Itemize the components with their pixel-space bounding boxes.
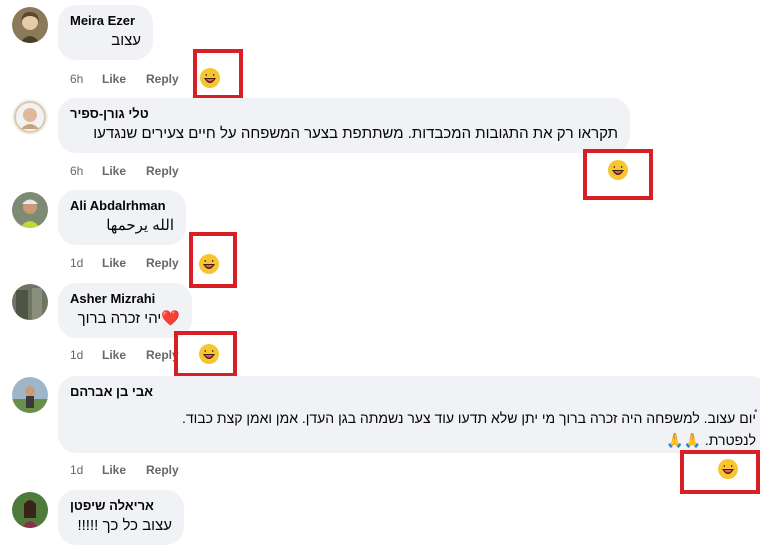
comment-author[interactable]: אבי בן אברהם: [70, 384, 756, 400]
comment-text: الله يرحمها: [106, 217, 174, 234]
comment-text: ❤️יהי זכרה ברוך: [77, 310, 180, 327]
comment-author[interactable]: טלי גורן-ספיר: [70, 106, 618, 122]
reply-button[interactable]: Reply: [146, 255, 186, 271]
heart-icon: ❤️: [161, 310, 180, 327]
comment-time[interactable]: 1d: [70, 347, 102, 363]
laughing-emoji-icon[interactable]: [198, 253, 220, 275]
comment-author[interactable]: Ali Abdalrhman: [70, 198, 174, 214]
comment-bubble: טלי גורן-ספיר תקראו רק את התגובות המכבדו…: [58, 98, 630, 153]
like-button[interactable]: Like: [102, 347, 146, 363]
laughing-emoji-icon[interactable]: [607, 159, 629, 181]
laughing-emoji-icon[interactable]: [199, 67, 221, 89]
like-button[interactable]: Like: [102, 255, 146, 271]
comment-actions: 1d Like Reply: [70, 255, 186, 271]
comment-bubble: Meira Ezer עצוב: [58, 5, 153, 60]
comment-bubble: אריאלה שיפטן עצוב כל כך !!!!!: [58, 490, 184, 545]
comment-bubble: Ali Abdalrhman الله يرحمها: [58, 190, 186, 245]
comment-actions: 6h Like Reply: [70, 71, 186, 87]
reply-button[interactable]: Reply: [146, 462, 186, 478]
avatar[interactable]: [12, 99, 48, 135]
like-button[interactable]: Like: [102, 163, 146, 179]
comment-text: יום עצוב. למשפחה היה זכרה ברוך מי יתן של…: [182, 410, 756, 426]
avatar[interactable]: [12, 7, 48, 43]
comment-time[interactable]: 6h: [70, 163, 102, 179]
reply-button[interactable]: Reply: [146, 71, 186, 87]
more-options-icon[interactable]: •: [754, 406, 758, 417]
comment-text: עצוב: [111, 32, 141, 49]
avatar[interactable]: [12, 284, 48, 320]
comment-author[interactable]: אריאלה שיפטן: [70, 498, 172, 514]
comment-text: עצוב כל כך !!!!!: [77, 517, 172, 534]
comment-time[interactable]: 1d: [70, 255, 102, 271]
comment-bubble: Asher Mizrahi ❤️יהי זכרה ברוך: [58, 283, 192, 338]
avatar[interactable]: [12, 192, 48, 228]
laughing-emoji-icon[interactable]: [198, 343, 220, 365]
reply-button[interactable]: Reply: [146, 163, 186, 179]
comment-text: לנפטרת. 🙏🙏: [666, 432, 756, 448]
comment-actions: 1d Like Reply: [70, 347, 186, 363]
comment-author[interactable]: Meira Ezer: [70, 13, 141, 29]
like-button[interactable]: Like: [102, 462, 146, 478]
laughing-emoji-icon[interactable]: [717, 458, 739, 480]
like-button[interactable]: Like: [102, 71, 146, 87]
comment-author[interactable]: Asher Mizrahi: [70, 291, 180, 307]
comment-text: תקראו רק את התגובות המכבדות. משתתפת בצער…: [93, 125, 618, 142]
comment-time[interactable]: 6h: [70, 71, 102, 87]
comment-bubble: אבי בן אברהם יום עצוב. למשפחה היה זכרה ב…: [58, 376, 760, 453]
avatar[interactable]: [12, 492, 48, 528]
comment-actions: 6h Like Reply: [70, 163, 186, 179]
comment-actions: 1d Like Reply: [70, 462, 186, 478]
comment-time[interactable]: 1d: [70, 462, 102, 478]
avatar[interactable]: [12, 377, 48, 413]
